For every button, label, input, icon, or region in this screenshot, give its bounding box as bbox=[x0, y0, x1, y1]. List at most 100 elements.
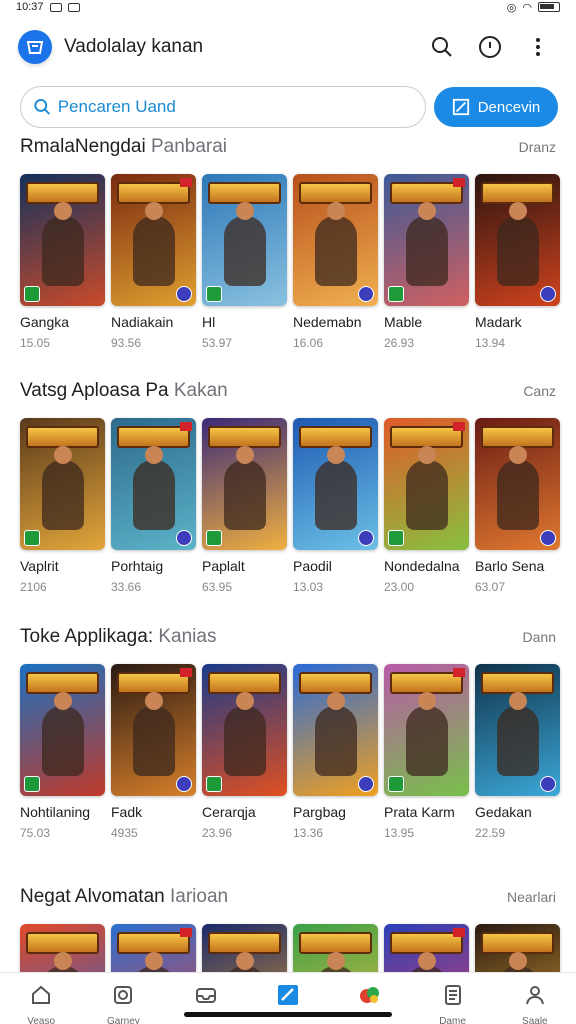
section-header: Toke Applikaga: Kanias Dann bbox=[20, 626, 556, 652]
game-thumbnail[interactable] bbox=[384, 174, 469, 306]
game-thumbnail[interactable] bbox=[202, 418, 287, 550]
game-meta: 13.94 bbox=[475, 336, 506, 350]
publisher-icon bbox=[540, 286, 556, 302]
search-input[interactable] bbox=[57, 97, 413, 117]
game-title: Porhtaig bbox=[111, 558, 164, 574]
game-thumbnail[interactable] bbox=[293, 418, 378, 550]
publisher-icon bbox=[176, 530, 192, 546]
section: Vatsg Aploasa Pa Kakan Canz Vaplrit 2106 Por… bbox=[20, 380, 560, 594]
age-rating-icon bbox=[206, 776, 222, 792]
publisher-icon bbox=[176, 286, 192, 302]
game-logo-banner bbox=[299, 932, 372, 954]
badge-icon bbox=[111, 983, 135, 1012]
status-left: 10:37 bbox=[16, 1, 80, 13]
game-meta: 53.97 bbox=[202, 336, 233, 350]
nav-label: Dame bbox=[439, 1016, 466, 1024]
game-character-art bbox=[406, 202, 448, 286]
search-icon[interactable] bbox=[422, 27, 462, 67]
section-title-main: RmalaNengdai bbox=[20, 136, 151, 157]
game-title: Vaplrit bbox=[20, 558, 59, 574]
publisher-icon bbox=[176, 776, 192, 792]
game-thumbnail[interactable] bbox=[202, 174, 287, 306]
game-thumbnail[interactable] bbox=[111, 664, 196, 796]
game-card[interactable]: Nedemabn 16.06 bbox=[293, 174, 378, 350]
game-card[interactable]: Barlo Sena 63.07 bbox=[475, 418, 560, 594]
section: Toke Applikaga: Kanias Dann Nohtilaning 75.… bbox=[20, 626, 560, 840]
game-card[interactable]: Porhtaig 33.66 bbox=[111, 418, 196, 594]
game-card[interactable]: Nadiakain 93.56 bbox=[111, 174, 196, 350]
game-card[interactable]: Cerarqja 23.96 bbox=[202, 664, 287, 840]
section-more-link[interactable]: Dann bbox=[523, 629, 556, 645]
game-thumbnail[interactable] bbox=[384, 664, 469, 796]
game-title: Mable bbox=[384, 314, 423, 330]
nav-item-badge[interactable]: Garney bbox=[82, 973, 164, 1024]
inbox-icon bbox=[194, 983, 218, 1012]
game-thumbnail[interactable] bbox=[475, 174, 560, 306]
game-logo-banner bbox=[481, 672, 554, 694]
game-character-art bbox=[406, 692, 448, 776]
game-thumbnail[interactable] bbox=[475, 418, 560, 550]
home-icon bbox=[29, 983, 53, 1012]
search-box[interactable] bbox=[20, 86, 426, 128]
game-card[interactable]: Nondedalna 23.00 bbox=[384, 418, 469, 594]
section-more-link[interactable]: Nearlari bbox=[507, 889, 556, 905]
game-card[interactable]: Vaplrit 2106 bbox=[20, 418, 105, 594]
game-meta: 63.07 bbox=[475, 580, 506, 594]
status-bar: 10:37 ◎ ◠ bbox=[0, 0, 576, 14]
home-indicator[interactable] bbox=[184, 1012, 392, 1017]
nav-item-document[interactable]: Dame bbox=[411, 973, 493, 1024]
game-card[interactable]: Paplalt 63.95 bbox=[202, 418, 287, 594]
age-rating-icon bbox=[24, 530, 40, 546]
game-card[interactable]: Prata Karm 13.95 bbox=[384, 664, 469, 840]
game-character-art bbox=[133, 202, 175, 286]
game-meta: 15.05 bbox=[20, 336, 51, 350]
game-card[interactable]: Paodil 13.03 bbox=[293, 418, 378, 594]
game-thumbnail[interactable] bbox=[384, 418, 469, 550]
edit-icon bbox=[276, 983, 300, 1012]
game-thumbnail[interactable] bbox=[475, 664, 560, 796]
game-card[interactable]: Gangka 15.05 bbox=[20, 174, 105, 350]
section-more-link[interactable]: Canz bbox=[523, 383, 556, 399]
games-logo-icon bbox=[358, 983, 382, 1012]
game-card[interactable]: Gedakan 22.59 bbox=[475, 664, 560, 840]
game-thumbnail[interactable] bbox=[202, 664, 287, 796]
game-thumbnail[interactable] bbox=[20, 174, 105, 306]
game-thumbnail[interactable] bbox=[293, 174, 378, 306]
game-thumbnail[interactable] bbox=[20, 418, 105, 550]
search-button-label: Dencevin bbox=[477, 98, 541, 116]
game-title: Nedemabn bbox=[293, 314, 362, 330]
game-character-art bbox=[133, 446, 175, 530]
nav-item-home[interactable]: Veaso bbox=[0, 973, 82, 1024]
game-card[interactable]: Mable 26.93 bbox=[384, 174, 469, 350]
app-logo bbox=[18, 30, 52, 64]
publisher-icon bbox=[540, 776, 556, 792]
section-more-link[interactable]: Dranz bbox=[519, 139, 556, 155]
game-thumbnail[interactable] bbox=[20, 664, 105, 796]
age-rating-icon bbox=[206, 530, 222, 546]
game-meta: 13.03 bbox=[293, 580, 324, 594]
flag-icon bbox=[180, 422, 192, 431]
section-header: RmalaNengdai Panbarai Dranz bbox=[20, 136, 556, 162]
nav-label: Garney bbox=[107, 1016, 140, 1024]
sync-icon bbox=[67, 2, 80, 12]
image-icon bbox=[49, 2, 62, 12]
game-character-art bbox=[315, 202, 357, 286]
game-card[interactable]: Fadk 4935 bbox=[111, 664, 196, 840]
game-thumbnail[interactable] bbox=[293, 664, 378, 796]
game-logo-banner bbox=[481, 426, 554, 448]
game-card[interactable]: Pargbag 13.36 bbox=[293, 664, 378, 840]
nav-item-person[interactable]: Saale bbox=[494, 973, 576, 1024]
game-title: Gangka bbox=[20, 314, 70, 330]
game-meta: 4935 bbox=[111, 826, 138, 840]
search-button[interactable]: Dencevin bbox=[434, 87, 558, 127]
game-title: Fadk bbox=[111, 804, 143, 820]
game-card[interactable]: Madark 13.94 bbox=[475, 174, 560, 350]
game-thumbnail[interactable] bbox=[111, 174, 196, 306]
game-logo-banner bbox=[481, 932, 554, 954]
game-card[interactable]: Nohtilaning 75.03 bbox=[20, 664, 105, 840]
game-title: Barlo Sena bbox=[475, 558, 545, 574]
timer-icon[interactable] bbox=[470, 27, 510, 67]
game-thumbnail[interactable] bbox=[111, 418, 196, 550]
more-vert-icon[interactable] bbox=[518, 27, 558, 67]
game-card[interactable]: Hl 53.97 bbox=[202, 174, 287, 350]
